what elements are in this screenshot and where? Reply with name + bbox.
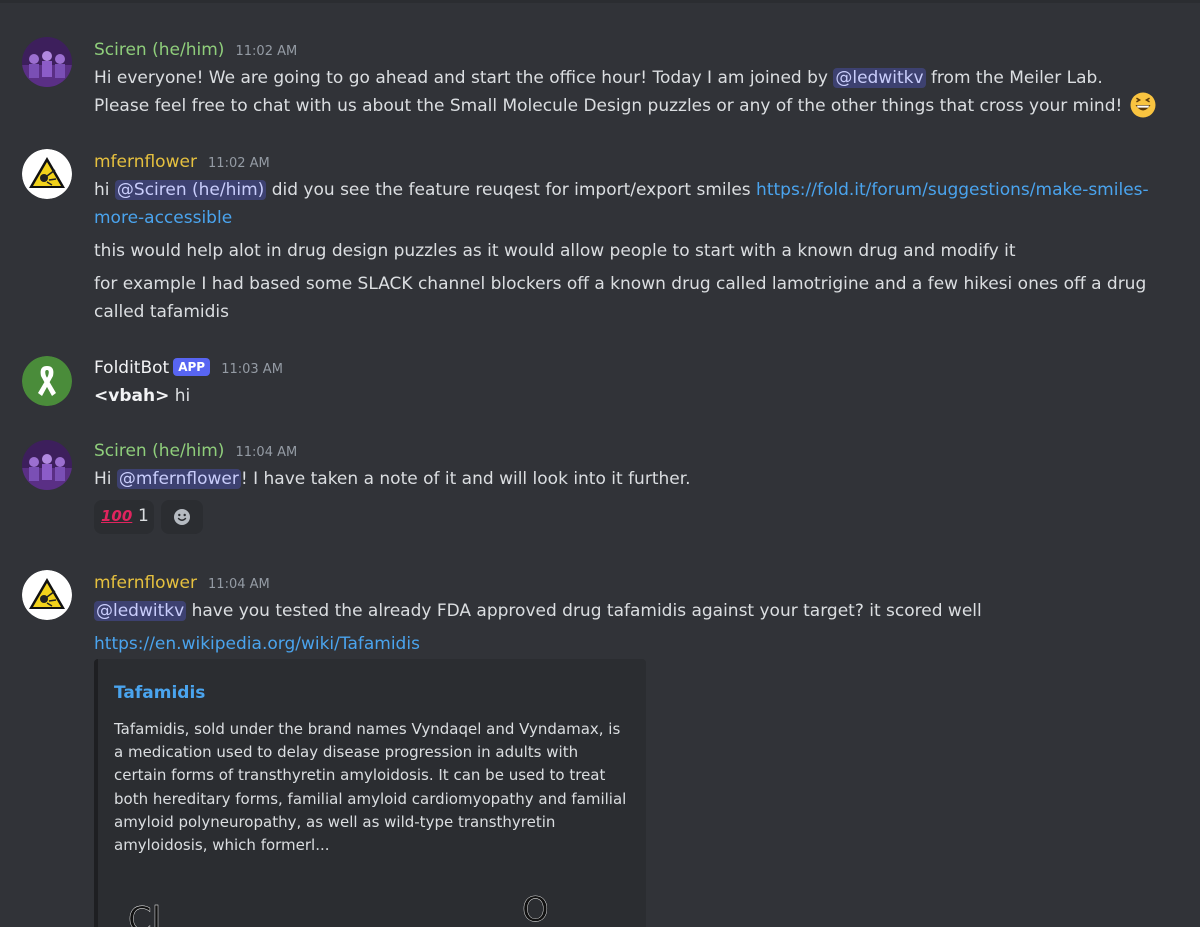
user-mention[interactable]: @ledwitkv [94,601,187,621]
username[interactable]: Sciren (he/him) [94,441,224,461]
user-mention[interactable]: @ledwitkv [833,68,926,88]
message-header: Sciren (he/him) 11:02 AM [94,38,297,62]
message-header: mfernflower 11:04 AM [94,571,270,595]
text-segment: Hi everyone! We are going to go ahead an… [94,68,834,88]
username[interactable]: mfernflower [94,573,197,593]
message-header: Sciren (he/him) 11:04 AM [94,439,297,463]
embed-molecule-image[interactable]: Cl O [98,879,646,927]
timestamp[interactable]: 11:04 AM [236,445,298,460]
embed-image-label: Cl [128,900,161,927]
user-mention[interactable]: @Sciren (he/him) [114,180,267,200]
message-text: this would help alot in drug design puzz… [94,241,1016,261]
avatar-sciren[interactable] [22,37,72,87]
hazard-sign-icon [22,570,72,620]
message-text: <vbah> hi [94,382,1174,410]
username[interactable]: Sciren (he/him) [94,40,224,60]
message-header: FolditBot APP 11:03 AM [94,356,283,380]
group-photo-icon [22,440,72,490]
timestamp[interactable]: 11:02 AM [208,156,270,171]
message-text: hi @Sciren (he/him) did you see the feat… [94,176,1174,232]
message-text: Hi @mfernflower! I have taken a note of … [94,465,1174,493]
message-text: Please feel free to chat with us about t… [94,92,1174,120]
avatar-mfernflower[interactable] [22,149,72,199]
embed-description: Tafamidis, sold under the brand names Vy… [114,720,627,855]
username[interactable]: mfernflower [94,152,197,172]
app-badge: APP [173,358,211,376]
avatar-folditbot[interactable] [22,356,72,406]
link-embed: Tafamidis Tafamidis, sold under the bran… [94,659,646,927]
message-text: for example I had based some SLACK chann… [94,274,1147,322]
text-segment: hi [94,180,115,200]
embed-title[interactable]: Tafamidis [114,683,205,703]
ribbon-icon [22,356,72,406]
username[interactable]: FolditBot [94,358,169,378]
message-header: mfernflower 11:02 AM [94,150,270,174]
text-segment: did you see the feature reuqest for impo… [266,180,757,200]
message-text: https://en.wikipedia.org/wiki/Tafamidis [94,630,1174,658]
avatar-mfernflower[interactable] [22,570,72,620]
add-reaction-icon [174,509,190,525]
text-segment: hi [169,386,191,406]
message-text: @ledwitkv have you tested the already FD… [94,597,1174,625]
hazard-sign-icon [22,149,72,199]
text-segment: Hi [94,469,117,489]
embed-image-label: O [522,890,549,927]
bold-text: <vbah> [94,386,170,406]
message-text: Hi everyone! We are going to go ahead an… [94,64,1174,92]
text-segment: have you tested the already FDA approved… [186,601,982,621]
hundred-points-icon: 100 [101,507,133,525]
add-reaction-button[interactable] [161,500,203,534]
grinning-face-emoji-icon[interactable] [1130,92,1156,118]
reaction-100[interactable]: 100 1 [94,500,154,534]
chat-messages: Sciren (he/him) 11:02 AM Hi everyone! We… [0,0,1200,927]
group-photo-icon [22,37,72,87]
timestamp[interactable]: 11:03 AM [221,362,283,377]
user-mention[interactable]: @mfernflower [116,469,241,489]
timestamp[interactable]: 11:02 AM [236,44,298,59]
text-segment: from the Meiler Lab. [925,68,1103,88]
text-segment: ! I have taken a note of it and will loo… [240,469,691,489]
wikipedia-link[interactable]: https://en.wikipedia.org/wiki/Tafamidis [94,634,420,654]
text-segment: Please feel free to chat with us about t… [94,96,1128,116]
timestamp[interactable]: 11:04 AM [208,577,270,592]
reaction-count: 1 [138,506,149,526]
avatar-sciren[interactable] [22,440,72,490]
